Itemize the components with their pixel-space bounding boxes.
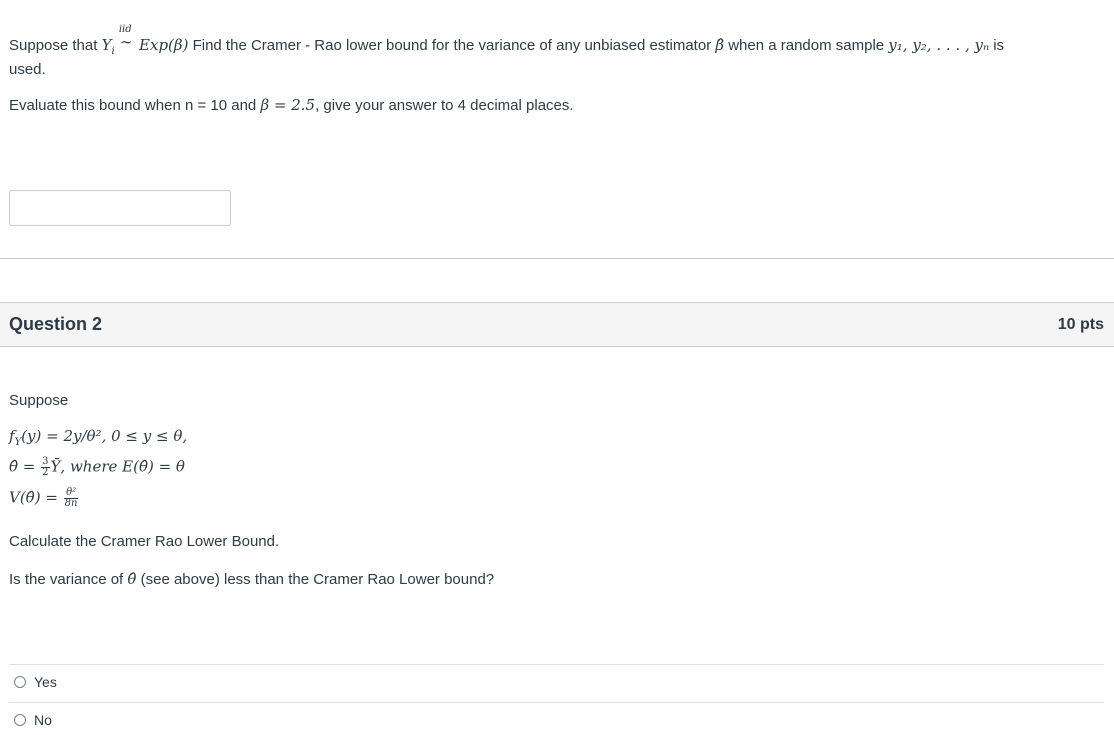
q1-suppose-text: Suppose that xyxy=(9,37,102,54)
question2-header: Question 2 10 pts xyxy=(0,302,1114,347)
q2-suppose-text: Suppose xyxy=(9,392,69,409)
q1-find-text: Find the Cramer - Rao lower bound for th… xyxy=(188,37,716,54)
question1-text: Suppose that Yi iid ∼ Exp(β) Find the Cra… xyxy=(9,24,1109,57)
answer-option-label: No xyxy=(34,712,52,728)
q1-eval-before: Evaluate this bound when n = 10 and xyxy=(9,97,261,114)
radio-button[interactable] xyxy=(14,676,26,688)
q1-evaluate-text: Evaluate this bound when n = 10 and β = … xyxy=(9,96,574,114)
answer-option-yes[interactable]: Yes xyxy=(14,674,57,690)
q1-eval-after: , give your answer to 4 decimal places. xyxy=(315,97,574,114)
question2-title: Question 2 xyxy=(9,314,103,334)
q1-eval-math: β = 2.5 xyxy=(260,96,316,114)
iid-tilde-symbol: iid ∼ xyxy=(118,24,133,51)
question2-points: 10 pts xyxy=(1057,316,1104,333)
q2-equation-variance: V(θ̂) = θ² 8n xyxy=(9,487,79,509)
q2-question-text: Is the variance of θ̂ (see above) less t… xyxy=(9,570,495,588)
radio-button[interactable] xyxy=(14,714,26,726)
q2-equation-density: fY(y) = 2y/θ², 0 ≤ y ≤ θ, xyxy=(9,427,188,448)
q2-equation-estimator: θ̂ = 3 2 Ȳ, where E(θ̂) = θ xyxy=(9,456,185,478)
q1-answer-input[interactable] xyxy=(9,190,231,226)
answer-option-no[interactable]: No xyxy=(14,712,52,728)
question-divider xyxy=(0,258,1114,259)
q1-is-text: is xyxy=(989,37,1005,54)
answer-divider xyxy=(9,702,1104,703)
q1-when-text: when a random sample xyxy=(724,37,889,54)
q1-math-Yi: Yi xyxy=(101,36,115,57)
answer-divider xyxy=(9,664,1104,665)
q1-used-text: used. xyxy=(9,61,46,78)
fraction-three-halves: 32 xyxy=(41,456,50,478)
q2-calculate-text: Calculate the Cramer Rao Lower Bound. xyxy=(9,533,280,550)
q1-math-beta-hat: β̂ xyxy=(715,36,725,54)
q1-math-sample: y₁, y₂, . . . , yₙ xyxy=(888,36,990,54)
q1-math-dist: Exp(β) xyxy=(139,36,189,54)
answer-option-label: Yes xyxy=(34,674,57,690)
fraction-theta-sq-over-8n: θ² 8n xyxy=(63,487,79,509)
